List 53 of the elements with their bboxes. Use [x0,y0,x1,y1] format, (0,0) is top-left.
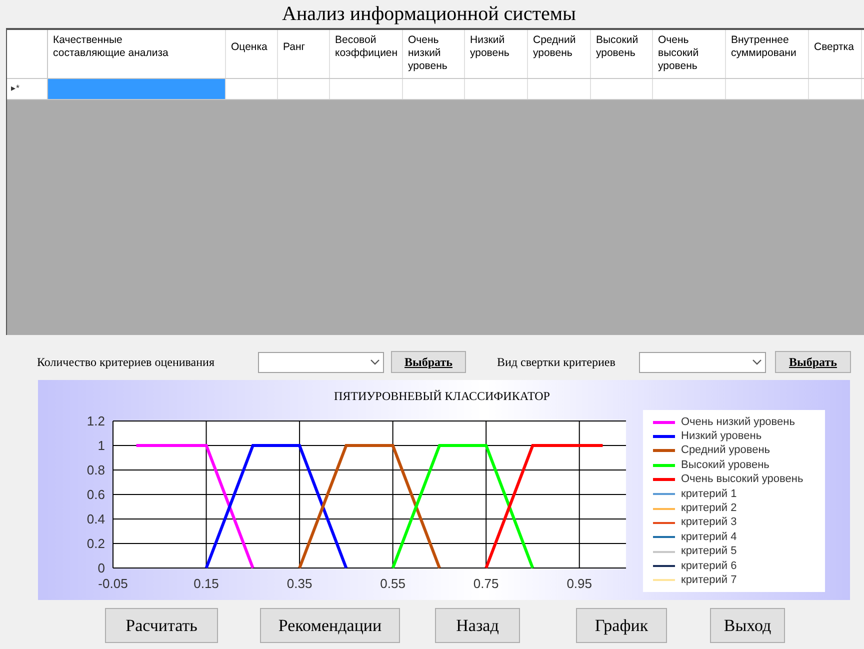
column-header[interactable]: Высокий уровень [596,34,638,60]
chevron-down-icon [752,359,762,365]
column-header[interactable]: Средний уровень [533,34,576,60]
action-button[interactable]: Выход [710,608,785,643]
legend-label: критерий 4 [681,532,737,543]
legend-label: критерий 2 [681,503,737,514]
x-tick-label: -0.05 [98,576,128,591]
chevron-down-icon [370,359,380,365]
legend-label: Очень высокий уровень [681,474,804,486]
y-tick-label: 0.2 [86,536,105,551]
y-tick-label: 0.4 [86,512,105,526]
action-button[interactable]: Рекомендации [260,608,400,643]
y-tick-label: 0.8 [86,462,105,478]
legend-label: критерий 7 [681,574,737,586]
column-header[interactable]: Очень высокий уровень [658,34,699,73]
convolution-type-dropdown[interactable] [639,352,766,372]
legend-label: Высокий уровень [681,460,770,471]
select-button[interactable]: Выбрать [775,351,851,373]
legend-label: Средний уровень [681,445,770,456]
y-tick-label: 1 [98,438,105,453]
table-cell[interactable] [48,79,226,99]
action-button[interactable]: Расчитать [105,608,218,643]
window-title: Анализ информационной системы [282,2,576,27]
action-button[interactable]: Назад [435,608,520,643]
action-button[interactable]: График [576,608,667,643]
legend-label: критерий 3 [681,517,737,528]
chart-title: ПЯТИУРОВНЕВЫЙ КЛАССИФИКАТОР [334,388,550,405]
column-header[interactable]: Внутреннее суммировани [731,34,796,60]
legend-label: критерий 6 [681,560,737,572]
legend-label: критерий 5 [681,546,737,558]
convolution-type-label: Вид свертки критериев [497,354,616,371]
x-tick-label: 0.15 [194,576,219,591]
y-tick-label: 1.2 [86,414,105,428]
select-button[interactable]: Выбрать [391,351,466,373]
y-tick-label: 0.6 [86,487,105,502]
column-header[interactable]: Весовой коэффициен [335,34,398,60]
y-tick-label: 0 [98,560,105,576]
column-header[interactable]: Качественные составляющие анализа [53,34,168,60]
x-tick-label: 0.75 [473,576,499,591]
column-header[interactable]: Оценка [231,41,268,54]
column-header[interactable]: Свертка [814,41,854,54]
criteria-count-label: Количество критериев оценивания [37,354,216,371]
legend-label: критерий 1 [681,488,737,500]
column-header[interactable]: Ранг [283,41,306,54]
column-header[interactable]: Очень низкий уровень [408,34,448,73]
column-header[interactable]: Низкий уровень [470,34,510,60]
x-tick-label: 0.55 [380,576,406,591]
new-row-marker: ▸* [11,82,20,96]
x-tick-label: 0.95 [566,576,592,591]
x-tick-label: 0.35 [286,576,312,591]
legend-label: Низкий уровень [681,431,762,442]
legend-label: Очень низкий уровень [681,416,795,428]
criteria-count-dropdown[interactable] [258,352,384,372]
